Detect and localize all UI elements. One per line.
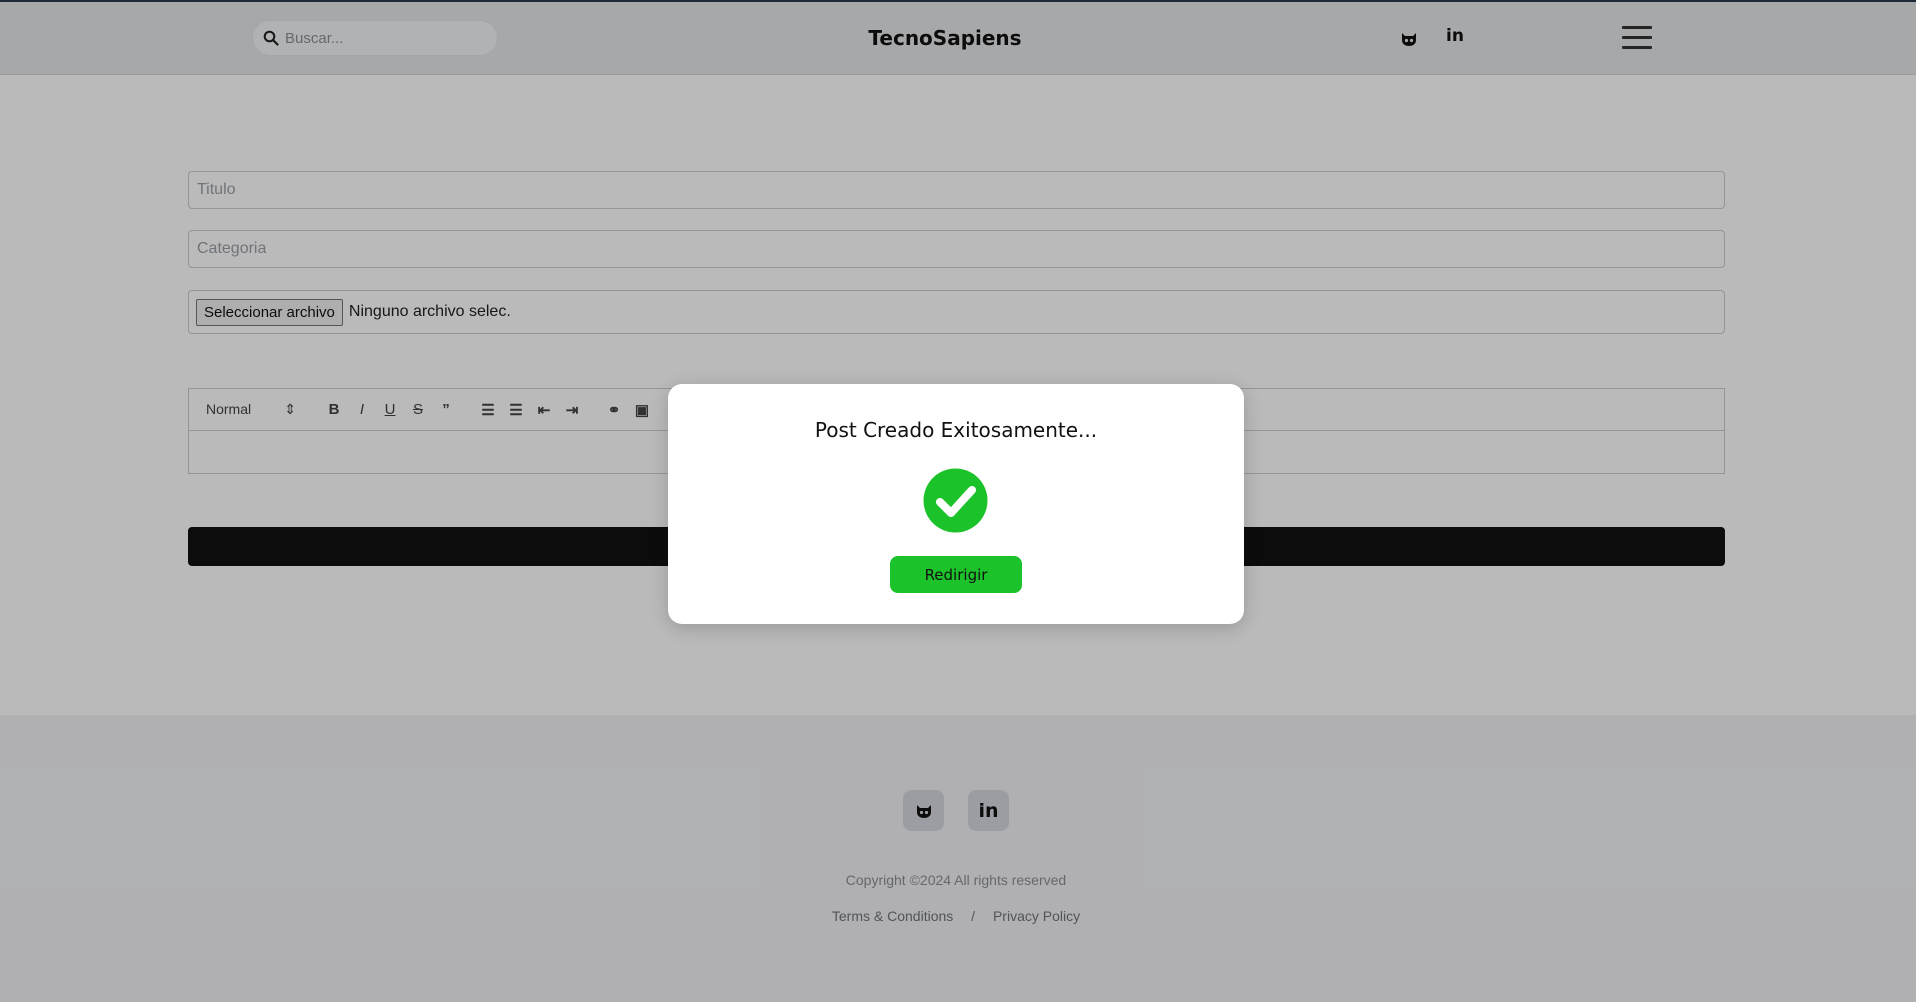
success-modal: Post Creado Exitosamente... Redirigir	[668, 384, 1244, 624]
redirect-button[interactable]: Redirigir	[890, 556, 1022, 593]
check-circle-icon	[923, 468, 988, 533]
modal-title: Post Creado Exitosamente...	[814, 418, 1098, 442]
